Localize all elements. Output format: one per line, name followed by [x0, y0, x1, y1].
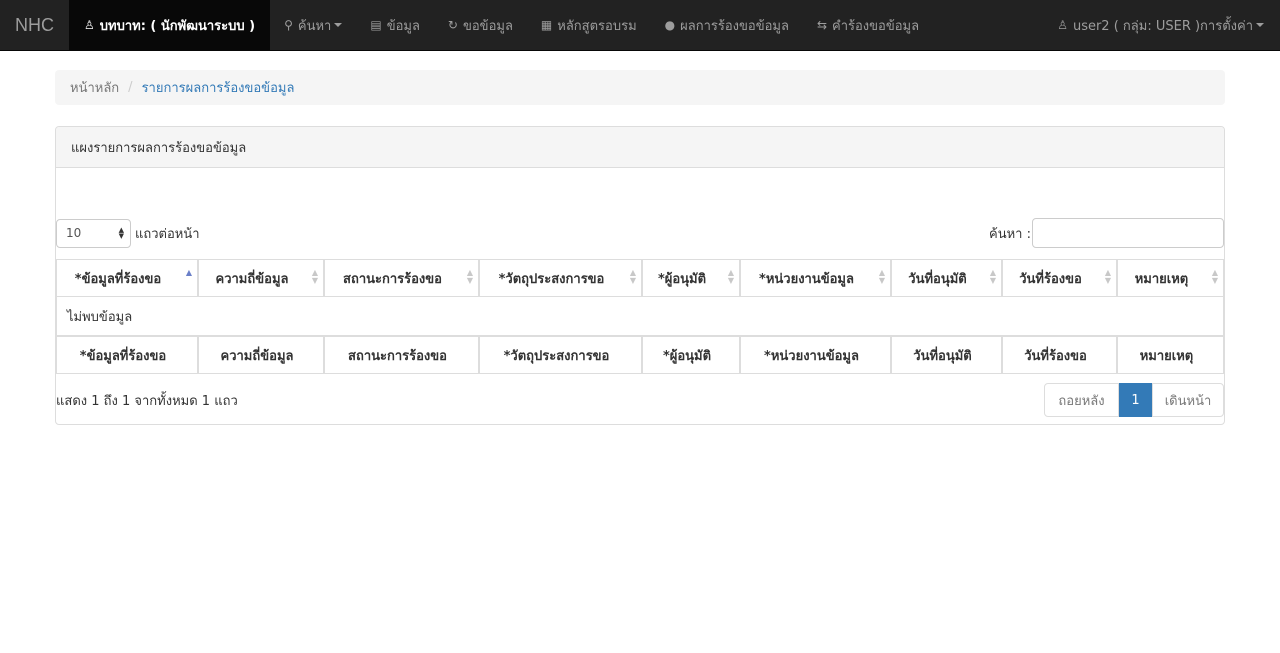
- column-header-remarks[interactable]: หมายเหตุ ▲ ▼: [1117, 259, 1224, 297]
- column-header-label: หมายเหตุ: [1134, 271, 1189, 287]
- user-label: user2 ( กลุ่ม: USER )การตั้งค่า: [1072, 18, 1253, 34]
- sort-icon: ▲ ▼: [727, 268, 734, 285]
- chevron-down-icon: [1256, 23, 1264, 27]
- column-header-label: สถานะการร้องขอ: [343, 271, 442, 287]
- footer-header-purpose: *วัตถุประสงการขอ: [479, 336, 642, 374]
- pagination-page-button[interactable]: 1: [1119, 383, 1152, 417]
- column-header-label: *วัตถุประสงการขอ: [498, 271, 605, 287]
- breadcrumb-home[interactable]: หน้าหลัก: [70, 77, 119, 98]
- user-settings-dropdown[interactable]: ♙ user2 ( กลุ่ม: USER )การตั้งค่า: [1057, 0, 1264, 50]
- column-header-label: *ข้อมูลที่ร้องขอ: [74, 271, 162, 287]
- breadcrumb-separator: /: [128, 80, 133, 95]
- transfer-icon: ⇆: [816, 18, 828, 32]
- select-arrows-icon: ▲ ▼: [118, 226, 124, 240]
- breadcrumb: หน้าหลัก / รายการผลการร้องขอข้อมูล: [55, 70, 1225, 105]
- empty-message: ไม่พบข้อมูล: [67, 309, 133, 325]
- breadcrumb-current[interactable]: รายการผลการร้องขอข้อมูล: [142, 77, 295, 98]
- page-length-control: 10 ▲ ▼ แถวต่อหน้า: [56, 218, 200, 248]
- nav-item-courses[interactable]: ▦ หลักสูตรอบรม: [527, 0, 651, 50]
- column-header-label: วันที่อนุมัติ: [908, 271, 967, 287]
- nav-request-data-label: ขอข้อมูล: [462, 18, 513, 34]
- footer-header-request-date: วันที่ร้องขอ: [1002, 336, 1117, 374]
- table-footer-row: *ข้อมูลที่ร้องขอ ความถี่ข้อมูล สถานะการร…: [56, 336, 1224, 374]
- column-header-label: *ผู้อนุมัติ: [657, 271, 707, 287]
- column-header-requested-data[interactable]: *ข้อมูลที่ร้องขอ ▲▼: [56, 259, 198, 297]
- footer-header-status: สถานะการร้องขอ: [324, 336, 479, 374]
- role-indicator[interactable]: ♙ บทบาท: ( นักพัฒนาระบบ ): [69, 0, 271, 50]
- footer-header-approved-date: วันที่อนุมัติ: [891, 336, 1002, 374]
- column-header-approver[interactable]: *ผู้อนุมัติ ▲ ▼: [642, 259, 740, 297]
- search-label: ค้นหา :: [989, 226, 1031, 242]
- page-length-value: 10: [66, 226, 82, 240]
- user-menu[interactable]: ♙ user2 ( กลุ่ม: USER )การตั้งค่า: [1057, 0, 1280, 50]
- footer-header-remarks: หมายเหตุ: [1117, 336, 1224, 374]
- sort-icon: ▲ ▼: [311, 268, 318, 285]
- results-panel: แผงรายการผลการร้องขอข้อมูล 10 ▲ ▼ แถวต่อห…: [55, 126, 1225, 425]
- footer-header-requested-data: *ข้อมูลที่ร้องขอ: [56, 336, 198, 374]
- nav-item-search[interactable]: ⚲ ค้นหา: [270, 0, 356, 50]
- sort-ascending-icon: ▲▼: [185, 268, 192, 277]
- column-header-label: *หน่วยงานข้อมูล: [759, 271, 854, 287]
- column-header-purpose[interactable]: *วัตถุประสงการขอ ▲ ▼: [479, 259, 642, 297]
- nav-request-results-label: ผลการร้องขอข้อมูล: [680, 18, 789, 34]
- footer-header-data-agency: *หน่วยงานข้อมูล: [740, 336, 891, 374]
- column-header-request-date[interactable]: วันที่ร้องขอ ▲ ▼: [1002, 259, 1117, 297]
- chevron-down-icon: [334, 23, 343, 27]
- sort-icon: ▲ ▼: [466, 268, 473, 285]
- pagination: ถอยหลัง 1 เดินหน้า: [1044, 383, 1224, 417]
- pagination-next-button[interactable]: เดินหน้า: [1152, 383, 1224, 417]
- footer-header-frequency: ความถี่ข้อมูล: [198, 336, 324, 374]
- column-header-status[interactable]: สถานะการร้องขอ ▲ ▼: [324, 259, 479, 297]
- results-table: *ข้อมูลที่ร้องขอ ▲▼ ความถี่ข้อมูล ▲▼ สถา…: [56, 259, 1224, 374]
- sort-icon: ▲ ▼: [629, 268, 636, 285]
- pagination-previous-button[interactable]: ถอยหลัง: [1044, 383, 1119, 417]
- panel-title: แผงรายการผลการร้องขอข้อมูล: [56, 127, 1224, 168]
- nav-item-data[interactable]: ▤ ข้อมูล: [356, 0, 434, 50]
- hdd-icon: ▤: [370, 18, 382, 32]
- nav-item-request-data[interactable]: ↻ ขอข้อมูล: [434, 0, 527, 50]
- sort-icon: ▲ ▼: [989, 268, 996, 285]
- page-length-select[interactable]: 10 ▲ ▼: [56, 218, 131, 248]
- nav-search-label: ค้นหา: [297, 18, 332, 34]
- comment-icon: ●: [664, 18, 676, 32]
- column-header-frequency[interactable]: ความถี่ข้อมูล ▲ ▼: [198, 259, 324, 297]
- refresh-icon: ↻: [447, 18, 458, 32]
- table-search: ค้นหา :: [989, 218, 1224, 248]
- column-header-label: วันที่ร้องขอ: [1019, 271, 1082, 287]
- nav-data-label: ข้อมูล: [386, 18, 420, 34]
- top-navbar: NHC ♙ บทบาท: ( นักพัฒนาระบบ ) ⚲ ค้นหา ▤ …: [0, 0, 1280, 51]
- column-header-data-agency[interactable]: *หน่วยงานข้อมูล ▲ ▼: [740, 259, 891, 297]
- table-header-row: *ข้อมูลที่ร้องขอ ▲▼ ความถี่ข้อมูล ▲▼ สถา…: [56, 259, 1224, 297]
- page-length-label: แถวต่อหน้า: [135, 226, 200, 242]
- brand-logo[interactable]: NHC: [0, 0, 69, 50]
- role-label: บทบาท: ( นักพัฒนาระบบ ): [99, 18, 256, 34]
- table-empty-row: ไม่พบข้อมูล: [56, 297, 1224, 336]
- column-header-approved-date[interactable]: วันที่อนุมัติ ▲ ▼: [891, 259, 1002, 297]
- user-icon: ♙: [1057, 18, 1068, 32]
- calendar-icon: ▦: [540, 18, 553, 32]
- nav-courses-label: หลักสูตรอบรม: [557, 18, 637, 34]
- footer-header-approver: *ผู้อนุมัติ: [642, 336, 740, 374]
- nav-item-requests[interactable]: ⇆ คำร้องขอข้อมูล: [803, 0, 933, 50]
- sort-icon: ▲ ▼: [878, 268, 885, 285]
- nav-item-request-results[interactable]: ● ผลการร้องขอข้อมูล: [651, 0, 803, 50]
- sort-icon: ▲ ▼: [1211, 268, 1218, 285]
- search-input[interactable]: [1032, 218, 1224, 248]
- nav-requests-label: คำร้องขอข้อมูล: [832, 18, 920, 34]
- table-info: แสดง 1 ถึง 1 จากทั้งหมด 1 แถว: [56, 394, 238, 409]
- search-icon: ⚲: [284, 18, 293, 32]
- sort-icon: ▲ ▼: [1104, 268, 1111, 285]
- column-header-label: ความถี่ข้อมูล: [215, 271, 289, 287]
- user-icon: ♙: [84, 18, 95, 32]
